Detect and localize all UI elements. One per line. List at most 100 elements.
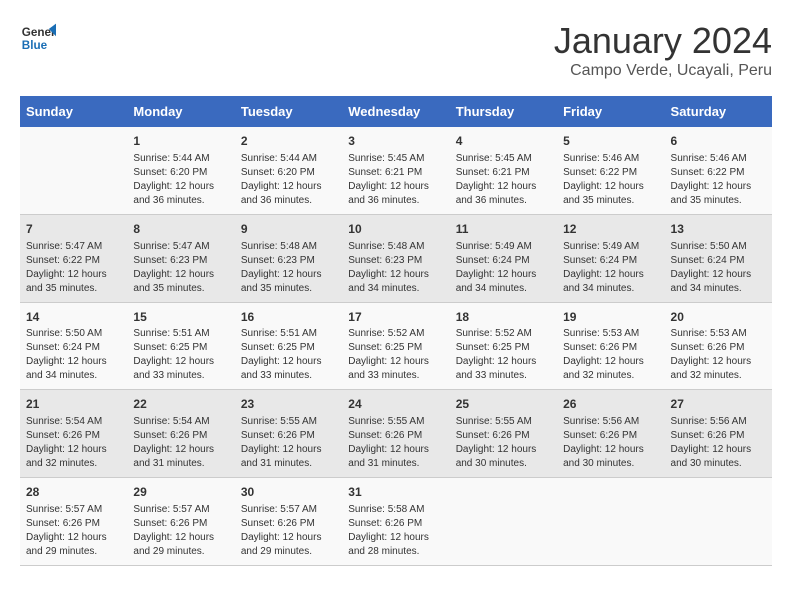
day-number: 1 (133, 133, 228, 150)
calendar-cell: 12Sunrise: 5:49 AM Sunset: 6:24 PM Dayli… (557, 214, 664, 302)
week-row-5: 28 Sunrise: 5:57 AM Sunset: 6:26 PM Dayli… (20, 478, 772, 566)
calendar-cell (665, 478, 772, 566)
day-info: Sunrise: 5:54 AM Sunset: 6:26 PM Dayligh… (133, 415, 228, 471)
day-info: Sunrise: 5:45 AM Sunset: 6:21 PM Dayligh… (456, 152, 551, 208)
day-number: 11 (456, 221, 551, 238)
day-info: Sunrise: 5:58 AM Sunset: 6:26 PM Dayligh… (348, 503, 443, 559)
calendar-cell: 23 Sunrise: 5:55 AM Sunset: 6:26 PM Dayli… (235, 390, 342, 478)
calendar-cell: 1Sunrise: 5:44 AM Sunset: 6:20 PM Daylig… (127, 127, 234, 214)
calendar-cell: 17Sunrise: 5:52 AM Sunset: 6:25 PM Dayli… (342, 302, 449, 390)
day-info: Sunrise: 5:55 AM Sunset: 6:26 PM Dayligh… (241, 415, 336, 471)
day-number: 24 (348, 396, 443, 413)
calendar-cell: 29 Sunrise: 5:57 AM Sunset: 6:26 PM Dayli… (127, 478, 234, 566)
calendar-cell: 3 Sunrise: 5:45 AM Sunset: 6:21 PM Daylig… (342, 127, 449, 214)
calendar-cell: 18Sunrise: 5:52 AM Sunset: 6:25 PM Dayli… (450, 302, 557, 390)
day-number: 23 (241, 396, 336, 413)
day-info: Sunrise: 5:51 AM Sunset: 6:25 PM Dayligh… (133, 327, 228, 383)
main-title: January 2024 (554, 20, 772, 62)
day-number: 5 (563, 133, 658, 150)
week-row-1: 1 Sunrise: 5:44 AM Sunset: 6:20 PM Daylig… (20, 127, 772, 214)
day-number: 25 (456, 396, 551, 413)
header-cell-friday: Friday (557, 96, 664, 127)
calendar-cell: 24 Sunrise: 5:55 AM Sunset: 6:26 PM Dayli… (342, 390, 449, 478)
logo-icon: General Blue (20, 20, 56, 56)
logo: General Blue (20, 20, 56, 56)
day-number: 15 (133, 309, 228, 326)
day-number: 30 (241, 484, 336, 501)
calendar-cell: 16Sunrise: 5:51 AM Sunset: 6:25 PM Dayli… (235, 302, 342, 390)
day-number: 28 (26, 484, 121, 501)
calendar-cell: 21 Sunrise: 5:54 AM Sunset: 6:26 PM Dayli… (20, 390, 127, 478)
calendar-cell: 9Sunrise: 5:48 AM Sunset: 6:23 PM Daylig… (235, 214, 342, 302)
calendar-cell: 28 Sunrise: 5:57 AM Sunset: 6:26 PM Dayli… (20, 478, 127, 566)
day-info: Sunrise: 5:45 AM Sunset: 6:21 PM Dayligh… (348, 152, 443, 208)
day-info: Sunrise: 5:47 AM Sunset: 6:22 PM Dayligh… (26, 240, 121, 296)
calendar-cell: 8Sunrise: 5:47 AM Sunset: 6:23 PM Daylig… (127, 214, 234, 302)
day-info: Sunrise: 5:54 AM Sunset: 6:26 PM Dayligh… (26, 415, 121, 471)
calendar-cell: 7 Sunrise: 5:47 AM Sunset: 6:22 PM Daylig… (20, 214, 127, 302)
page-header: General Blue January 2024 Campo Verde, U… (20, 20, 772, 80)
day-number: 18 (456, 309, 551, 326)
day-number: 22 (133, 396, 228, 413)
calendar-cell: 10 Sunrise: 5:48 AM Sunset: 6:23 PM Dayli… (342, 214, 449, 302)
day-info: Sunrise: 5:52 AM Sunset: 6:25 PM Dayligh… (348, 327, 443, 383)
day-info: Sunrise: 5:57 AM Sunset: 6:26 PM Dayligh… (133, 503, 228, 559)
day-info: Sunrise: 5:53 AM Sunset: 6:26 PM Dayligh… (671, 327, 766, 383)
header-cell-tuesday: Tuesday (235, 96, 342, 127)
day-number: 10 (348, 221, 443, 238)
day-info: Sunrise: 5:44 AM Sunset: 6:20 PM Dayligh… (241, 152, 336, 208)
day-number: 26 (563, 396, 658, 413)
header-cell-saturday: Saturday (665, 96, 772, 127)
calendar-cell: 5 Sunrise: 5:46 AM Sunset: 6:22 PM Daylig… (557, 127, 664, 214)
day-number: 6 (671, 133, 766, 150)
day-info: Sunrise: 5:48 AM Sunset: 6:23 PM Dayligh… (241, 240, 336, 296)
calendar-cell: 31Sunrise: 5:58 AM Sunset: 6:26 PM Dayli… (342, 478, 449, 566)
calendar-cell: 19Sunrise: 5:53 AM Sunset: 6:26 PM Dayli… (557, 302, 664, 390)
calendar-cell: 27 Sunrise: 5:56 AM Sunset: 6:26 PM Dayli… (665, 390, 772, 478)
calendar-cell: 30 Sunrise: 5:57 AM Sunset: 6:26 PM Dayli… (235, 478, 342, 566)
calendar-cell (557, 478, 664, 566)
header-cell-sunday: Sunday (20, 96, 127, 127)
day-info: Sunrise: 5:49 AM Sunset: 6:24 PM Dayligh… (456, 240, 551, 296)
header-cell-monday: Monday (127, 96, 234, 127)
calendar-cell: 14Sunrise: 5:50 AM Sunset: 6:24 PM Dayli… (20, 302, 127, 390)
day-number: 16 (241, 309, 336, 326)
calendar-table: SundayMondayTuesdayWednesdayThursdayFrid… (20, 96, 772, 566)
day-number: 3 (348, 133, 443, 150)
day-number: 19 (563, 309, 658, 326)
day-number: 13 (671, 221, 766, 238)
day-info: Sunrise: 5:53 AM Sunset: 6:26 PM Dayligh… (563, 327, 658, 383)
day-info: Sunrise: 5:46 AM Sunset: 6:22 PM Dayligh… (563, 152, 658, 208)
day-number: 29 (133, 484, 228, 501)
day-number: 21 (26, 396, 121, 413)
day-info: Sunrise: 5:48 AM Sunset: 6:23 PM Dayligh… (348, 240, 443, 296)
svg-text:Blue: Blue (22, 39, 48, 52)
header-row: SundayMondayTuesdayWednesdayThursdayFrid… (20, 96, 772, 127)
day-number: 7 (26, 221, 121, 238)
day-info: Sunrise: 5:50 AM Sunset: 6:24 PM Dayligh… (671, 240, 766, 296)
day-info: Sunrise: 5:56 AM Sunset: 6:26 PM Dayligh… (671, 415, 766, 471)
day-info: Sunrise: 5:50 AM Sunset: 6:24 PM Dayligh… (26, 327, 121, 383)
day-info: Sunrise: 5:57 AM Sunset: 6:26 PM Dayligh… (26, 503, 121, 559)
day-number: 17 (348, 309, 443, 326)
title-block: January 2024 Campo Verde, Ucayali, Peru (554, 20, 772, 80)
day-number: 4 (456, 133, 551, 150)
calendar-cell: 26Sunrise: 5:56 AM Sunset: 6:26 PM Dayli… (557, 390, 664, 478)
day-info: Sunrise: 5:52 AM Sunset: 6:25 PM Dayligh… (456, 327, 551, 383)
day-info: Sunrise: 5:46 AM Sunset: 6:22 PM Dayligh… (671, 152, 766, 208)
calendar-cell: 4 Sunrise: 5:45 AM Sunset: 6:21 PM Daylig… (450, 127, 557, 214)
day-info: Sunrise: 5:57 AM Sunset: 6:26 PM Dayligh… (241, 503, 336, 559)
day-number: 27 (671, 396, 766, 413)
calendar-cell (20, 127, 127, 214)
calendar-header: SundayMondayTuesdayWednesdayThursdayFrid… (20, 96, 772, 127)
day-info: Sunrise: 5:55 AM Sunset: 6:26 PM Dayligh… (348, 415, 443, 471)
header-cell-wednesday: Wednesday (342, 96, 449, 127)
calendar-cell: 11 Sunrise: 5:49 AM Sunset: 6:24 PM Dayli… (450, 214, 557, 302)
day-number: 14 (26, 309, 121, 326)
calendar-cell: 20Sunrise: 5:53 AM Sunset: 6:26 PM Dayli… (665, 302, 772, 390)
calendar-cell: 22 Sunrise: 5:54 AM Sunset: 6:26 PM Dayli… (127, 390, 234, 478)
subtitle: Campo Verde, Ucayali, Peru (554, 62, 772, 80)
calendar-cell: 15Sunrise: 5:51 AM Sunset: 6:25 PM Dayli… (127, 302, 234, 390)
calendar-cell: 6 Sunrise: 5:46 AM Sunset: 6:22 PM Daylig… (665, 127, 772, 214)
day-number: 20 (671, 309, 766, 326)
